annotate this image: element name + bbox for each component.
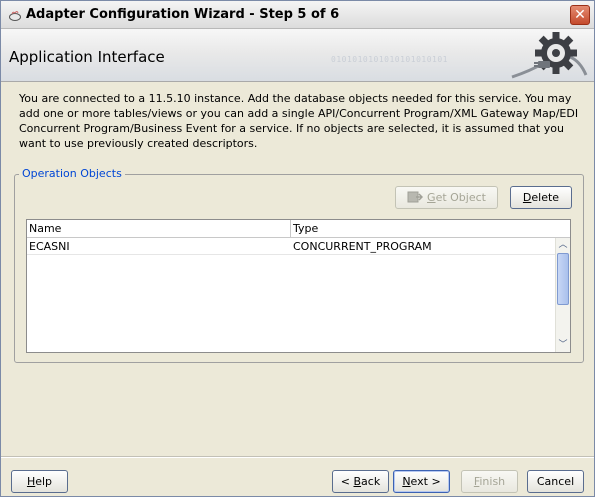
operation-objects-legend: Operation Objects [19, 167, 125, 180]
help-button[interactable]: Help [11, 470, 68, 493]
finish-button[interactable]: Finish [461, 470, 518, 493]
wizard-window: Adapter Configuration Wizard - Step 5 of… [0, 0, 595, 497]
back-mnemonic: B [353, 475, 362, 488]
cell-type: CONCURRENT_PROGRAM [293, 240, 432, 253]
wizard-header: Application Interface 010101010101010101… [1, 29, 594, 82]
delete-label: elete [531, 191, 560, 204]
window-title: Adapter Configuration Wizard - Step 5 of… [26, 7, 340, 22]
get-object-mnemonic: G [427, 191, 436, 204]
column-header-type[interactable]: Type [291, 220, 318, 238]
title-bar[interactable]: Adapter Configuration Wizard - Step 5 of… [1, 1, 594, 29]
next-label: ext > [410, 475, 441, 488]
get-object-label: et Object [435, 191, 486, 204]
vertical-scrollbar[interactable]: ︿ ﹀ [555, 238, 570, 352]
footer-separator [1, 456, 594, 458]
table-row[interactable]: ECASNI CONCURRENT_PROGRAM [27, 238, 555, 255]
back-prefix: < [340, 475, 354, 488]
close-icon: ✕ [574, 7, 586, 23]
close-button[interactable]: ✕ [570, 5, 590, 25]
help-mnemonic: H [26, 475, 36, 488]
cancel-button[interactable]: Cancel [527, 470, 584, 493]
java-cup-icon [9, 11, 21, 21]
get-object-icon [407, 191, 424, 203]
table-header: Name Type [27, 220, 570, 238]
scroll-thumb[interactable] [557, 253, 569, 305]
header-binary-decoration: 0101010101010101010101 [331, 55, 448, 64]
column-header-name[interactable]: Name [27, 220, 61, 238]
cancel-label: Cancel [536, 475, 575, 488]
page-title: Application Interface [9, 48, 165, 66]
operation-objects-table[interactable]: Name Type ECASNI CONCURRENT_PROGRAM ︿ ﹀ [26, 219, 571, 353]
delete-button[interactable]: Delete [510, 186, 572, 209]
scroll-down-icon[interactable]: ﹀ [556, 338, 570, 352]
next-mnemonic: N [402, 475, 411, 488]
scroll-up-icon[interactable]: ︿ [556, 238, 570, 252]
wizard-description: You are connected to a 11.5.10 instance.… [19, 92, 579, 150]
next-button[interactable]: Next > [393, 470, 450, 493]
cell-name: ECASNI [29, 240, 70, 253]
back-button[interactable]: < Back [332, 470, 389, 493]
finish-label: inish [479, 475, 506, 488]
get-object-button[interactable]: Get Object [395, 186, 498, 209]
gear-plug-icon [511, 32, 588, 79]
back-label: ack [361, 475, 381, 488]
help-label: elp [35, 475, 53, 488]
